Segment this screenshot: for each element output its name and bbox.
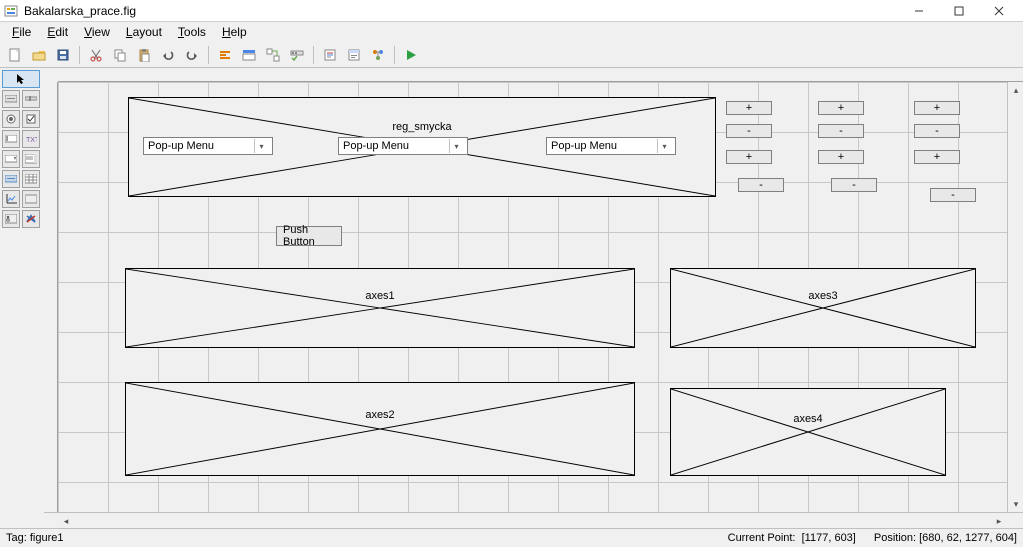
object-browser-icon[interactable] (367, 44, 389, 66)
axes1[interactable]: axes1 (125, 268, 635, 348)
ruler-horizontal (58, 68, 1023, 82)
popup-menu-1[interactable]: Pop-up Menu ▾ (143, 137, 273, 155)
menu-tools[interactable]: Tools (170, 23, 214, 41)
axes-label: axes2 (365, 409, 394, 421)
statictext-tool[interactable]: TXT (22, 130, 40, 148)
menu-file[interactable]: File (4, 23, 39, 41)
togglebutton-tool[interactable] (2, 170, 20, 188)
ruler-vertical (44, 82, 58, 512)
redo-icon[interactable] (181, 44, 203, 66)
cut-icon[interactable] (85, 44, 107, 66)
vertical-scrollbar[interactable]: ▴ ▾ (1007, 82, 1023, 512)
editor-icon[interactable] (319, 44, 341, 66)
undo-icon[interactable] (157, 44, 179, 66)
menubar: File Edit View Layout Tools Help (0, 22, 1023, 42)
axes-label: axes1 (365, 290, 394, 302)
scroll-left-icon[interactable]: ◂ (58, 513, 74, 529)
plus-button[interactable]: + (818, 101, 864, 115)
toolbar-separator (313, 46, 314, 64)
main-area: TXT reg_smycka (0, 68, 1023, 528)
save-icon[interactable] (52, 44, 74, 66)
buttongroup-tool[interactable] (2, 210, 20, 228)
toolbar-separator (208, 46, 209, 64)
window-title: Bakalarska_prace.fig (24, 4, 899, 18)
menu-edit[interactable]: Edit (39, 23, 76, 41)
activex-tool[interactable] (22, 210, 40, 228)
horizontal-scrollbar[interactable]: ◂ ▸ (44, 512, 1023, 528)
push-button[interactable]: Push Button (276, 226, 342, 246)
slider-tool[interactable] (22, 90, 40, 108)
popup-menu-2[interactable]: Pop-up Menu ▾ (338, 137, 468, 155)
toolbar (0, 42, 1023, 68)
axes2[interactable]: axes2 (125, 382, 635, 476)
toolbar-editor-icon[interactable] (286, 44, 308, 66)
menu-layout[interactable]: Layout (118, 23, 170, 41)
toolbar-separator (394, 46, 395, 64)
listbox-tool[interactable] (22, 150, 40, 168)
checkbox-tool[interactable] (22, 110, 40, 128)
chevron-down-icon: ▾ (254, 139, 268, 153)
axes-label: axes3 (808, 290, 837, 302)
pushbutton-tool[interactable] (2, 90, 20, 108)
popup-label: Pop-up Menu (551, 140, 617, 152)
titlebar: Bakalarska_prace.fig (0, 0, 1023, 22)
menu-view[interactable]: View (76, 23, 118, 41)
close-button[interactable] (979, 0, 1019, 22)
maximize-button[interactable] (939, 0, 979, 22)
status-tag: Tag: figure1 (6, 532, 63, 544)
canvas-wrap: reg_smycka Pop-up Menu ▾ Pop-up Menu ▾ P… (44, 68, 1023, 528)
status-current-point: Current Point: [1177, 603] (728, 532, 856, 544)
scroll-up-icon[interactable]: ▴ (1008, 82, 1023, 98)
axes-label: axes4 (793, 413, 822, 425)
run-icon[interactable] (400, 44, 422, 66)
minus-button[interactable]: - (818, 124, 864, 138)
property-inspector-icon[interactable] (343, 44, 365, 66)
tab-order-icon[interactable] (262, 44, 284, 66)
menu-help[interactable]: Help (214, 23, 255, 41)
plus-button[interactable]: + (914, 150, 960, 164)
copy-icon[interactable] (109, 44, 131, 66)
chevron-down-icon: ▾ (657, 139, 671, 153)
popup-label: Pop-up Menu (343, 140, 409, 152)
new-icon[interactable] (4, 44, 26, 66)
popup-label: Pop-up Menu (148, 140, 214, 152)
menu-editor-icon[interactable] (238, 44, 260, 66)
axes-tool[interactable] (2, 190, 20, 208)
app-icon (4, 4, 18, 18)
axes-label: reg_smycka (392, 121, 451, 133)
scroll-down-icon[interactable]: ▾ (1008, 496, 1023, 512)
popup-menu-3[interactable]: Pop-up Menu ▾ (546, 137, 676, 155)
svg-text:TXT: TXT (26, 137, 37, 143)
status-bar: Tag: figure1 Current Point: [1177, 603] … (0, 528, 1023, 547)
select-tool[interactable] (2, 70, 40, 88)
minus-button[interactable]: - (738, 178, 784, 192)
panel-tool[interactable] (22, 190, 40, 208)
minus-button[interactable]: - (914, 124, 960, 138)
minus-button[interactable]: - (726, 124, 772, 138)
axes4[interactable]: axes4 (670, 388, 946, 476)
align-icon[interactable] (214, 44, 236, 66)
open-icon[interactable] (28, 44, 50, 66)
plus-button[interactable]: + (818, 150, 864, 164)
toolbar-separator (79, 46, 80, 64)
plus-button[interactable]: + (726, 101, 772, 115)
edittext-tool[interactable] (2, 130, 20, 148)
axes3[interactable]: axes3 (670, 268, 976, 348)
plus-button[interactable]: + (726, 150, 772, 164)
status-position: Position: [680, 62, 1277, 604] (874, 532, 1017, 544)
design-canvas[interactable]: reg_smycka Pop-up Menu ▾ Pop-up Menu ▾ P… (58, 82, 1023, 512)
minus-button[interactable]: - (930, 188, 976, 202)
paste-icon[interactable] (133, 44, 155, 66)
component-palette: TXT (0, 68, 44, 528)
minus-button[interactable]: - (831, 178, 877, 192)
popupmenu-tool[interactable] (2, 150, 20, 168)
table-tool[interactable] (22, 170, 40, 188)
minimize-button[interactable] (899, 0, 939, 22)
chevron-down-icon: ▾ (449, 139, 463, 153)
radiobutton-tool[interactable] (2, 110, 20, 128)
plus-button[interactable]: + (914, 101, 960, 115)
scroll-right-icon[interactable]: ▸ (991, 513, 1007, 529)
push-button-label: Push Button (283, 224, 335, 248)
